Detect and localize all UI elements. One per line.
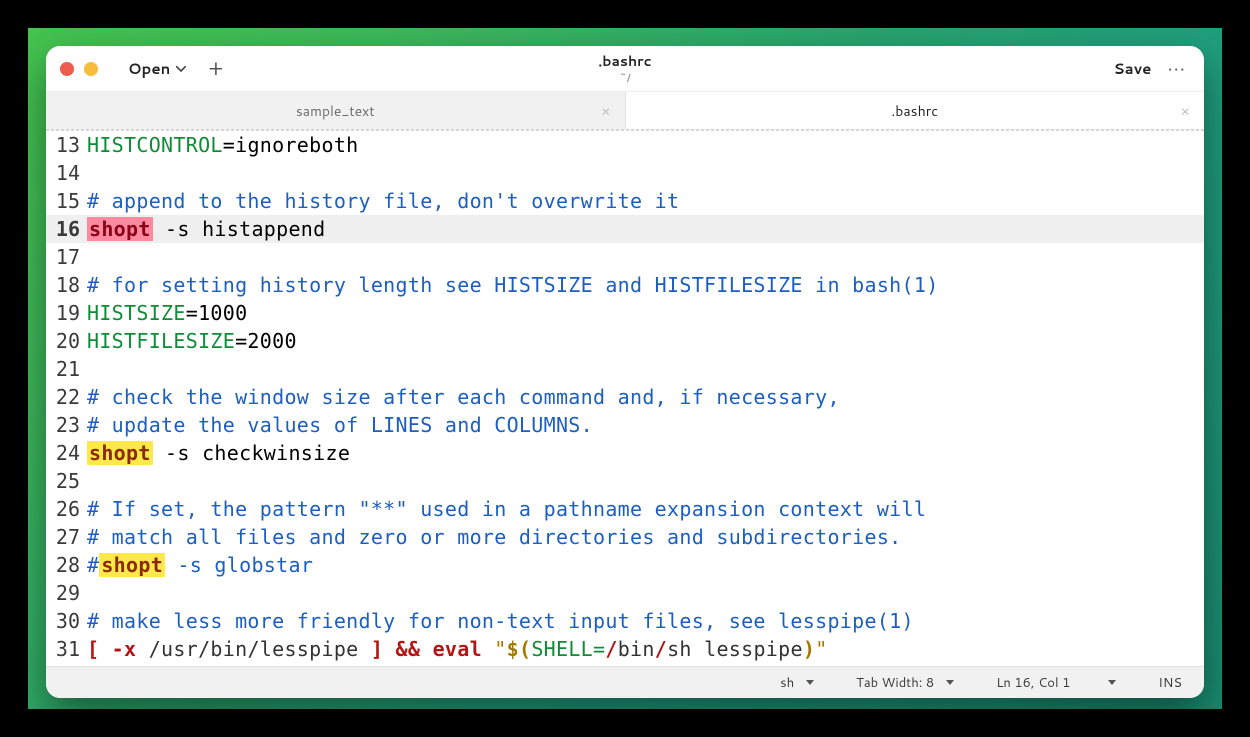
- window-title-filename: .bashrc: [598, 51, 651, 71]
- tab-sampletext[interactable]: sample_text ×: [46, 92, 626, 129]
- tab-strip: sample_text × .bashrc ×: [46, 92, 1204, 130]
- line-number: 27: [46, 523, 86, 551]
- source-editor[interactable]: 13HISTCONTROL=ignoreboth1415# append to …: [46, 131, 1204, 666]
- tab-label: sample_text: [296, 101, 375, 121]
- line-number: 31: [46, 635, 86, 663]
- line-number: 25: [46, 467, 86, 495]
- editor-window: Open + .bashrc ~/ Save ··· sample_text ×.…: [46, 46, 1204, 698]
- code-line[interactable]: 30# make less more friendly for non-text…: [46, 607, 1204, 635]
- code-line[interactable]: 20HISTFILESIZE=2000: [46, 327, 1204, 355]
- open-button-label: Open: [128, 58, 170, 79]
- line-number: 19: [46, 299, 86, 327]
- code-content: # If set, the pattern "**" used in a pat…: [86, 495, 926, 523]
- code-content: #shopt -s globstar: [86, 551, 313, 579]
- close-tab-icon[interactable]: ×: [601, 100, 611, 121]
- code-line[interactable]: 28#shopt -s globstar: [46, 551, 1204, 579]
- hamburger-menu-button[interactable]: ···: [1167, 56, 1204, 82]
- tab-label: .bashrc: [891, 101, 938, 121]
- line-number: 16: [46, 215, 86, 243]
- line-number: 29: [46, 579, 86, 607]
- line-number: 14: [46, 159, 86, 187]
- code-content: HISTSIZE=1000: [86, 299, 247, 327]
- editor-area: 13HISTCONTROL=ignoreboth1415# append to …: [46, 130, 1204, 666]
- code-line[interactable]: 27# match all files and zero or more dir…: [46, 523, 1204, 551]
- window-controls: [46, 62, 98, 76]
- code-line[interactable]: 16shopt -s histappend: [46, 215, 1204, 243]
- cursor-position[interactable]: Ln 16, Col 1: [996, 674, 1116, 692]
- code-content: # update the values of LINES and COLUMNS…: [86, 411, 593, 439]
- code-line[interactable]: 29: [46, 579, 1204, 607]
- code-content: shopt -s checkwinsize: [86, 439, 350, 467]
- line-number: 28: [46, 551, 86, 579]
- code-content: HISTCONTROL=ignoreboth: [86, 131, 359, 159]
- code-content: # append to the history file, don't over…: [86, 187, 679, 215]
- code-line[interactable]: 13HISTCONTROL=ignoreboth: [46, 131, 1204, 159]
- code-line[interactable]: 31[ -x /usr/bin/lesspipe ] && eval "$(SH…: [46, 635, 1204, 663]
- line-number: 18: [46, 271, 86, 299]
- code-line[interactable]: 22# check the window size after each com…: [46, 383, 1204, 411]
- new-tab-button[interactable]: +: [208, 58, 223, 80]
- code-content: # match all files and zero or more direc…: [86, 523, 902, 551]
- code-line[interactable]: 26# If set, the pattern "**" used in a p…: [46, 495, 1204, 523]
- chevron-down-icon: [176, 66, 186, 72]
- line-number: 15: [46, 187, 86, 215]
- code-content: [ -x /usr/bin/lesspipe ] && eval "$(SHEL…: [86, 635, 828, 663]
- code-content: # check the window size after each comma…: [86, 383, 840, 411]
- line-number: 17: [46, 243, 86, 271]
- open-button[interactable]: Open: [128, 58, 186, 79]
- save-button[interactable]: Save: [1113, 58, 1167, 79]
- close-window-dot[interactable]: [60, 62, 74, 76]
- code-line[interactable]: 18# for setting history length see HISTS…: [46, 271, 1204, 299]
- line-number: 26: [46, 495, 86, 523]
- code-content: # make less more friendly for non-text i…: [86, 607, 914, 635]
- code-line[interactable]: 24shopt -s checkwinsize: [46, 439, 1204, 467]
- tabwidth-selector[interactable]: Tab Width: 8: [856, 674, 954, 692]
- code-line[interactable]: 25: [46, 467, 1204, 495]
- status-bar: sh Tab Width: 8 Ln 16, Col 1 INS: [46, 666, 1204, 698]
- code-content: shopt -s histappend: [86, 215, 326, 243]
- tab-bashrc[interactable]: .bashrc ×: [626, 92, 1205, 129]
- code-line[interactable]: 21: [46, 355, 1204, 383]
- code-line[interactable]: 23# update the values of LINES and COLUM…: [46, 411, 1204, 439]
- code-line[interactable]: 15# append to the history file, don't ov…: [46, 187, 1204, 215]
- titlebar: Open + .bashrc ~/ Save ···: [46, 46, 1204, 92]
- insert-mode-indicator[interactable]: INS: [1158, 674, 1182, 692]
- line-number: 21: [46, 355, 86, 383]
- code-line[interactable]: 17: [46, 243, 1204, 271]
- window-title-path: ~/: [619, 70, 630, 86]
- minimize-window-dot[interactable]: [84, 62, 98, 76]
- line-number: 23: [46, 411, 86, 439]
- line-number: 22: [46, 383, 86, 411]
- code-content: # for setting history length see HISTSIZ…: [86, 271, 939, 299]
- line-number: 13: [46, 131, 86, 159]
- line-number: 20: [46, 327, 86, 355]
- line-number: 30: [46, 607, 86, 635]
- language-selector[interactable]: sh: [780, 674, 814, 692]
- code-line[interactable]: 19HISTSIZE=1000: [46, 299, 1204, 327]
- line-number: 24: [46, 439, 86, 467]
- close-tab-icon[interactable]: ×: [1180, 100, 1190, 121]
- code-line[interactable]: 14: [46, 159, 1204, 187]
- code-content: HISTFILESIZE=2000: [86, 327, 297, 355]
- desktop-background: Open + .bashrc ~/ Save ··· sample_text ×.…: [28, 28, 1222, 709]
